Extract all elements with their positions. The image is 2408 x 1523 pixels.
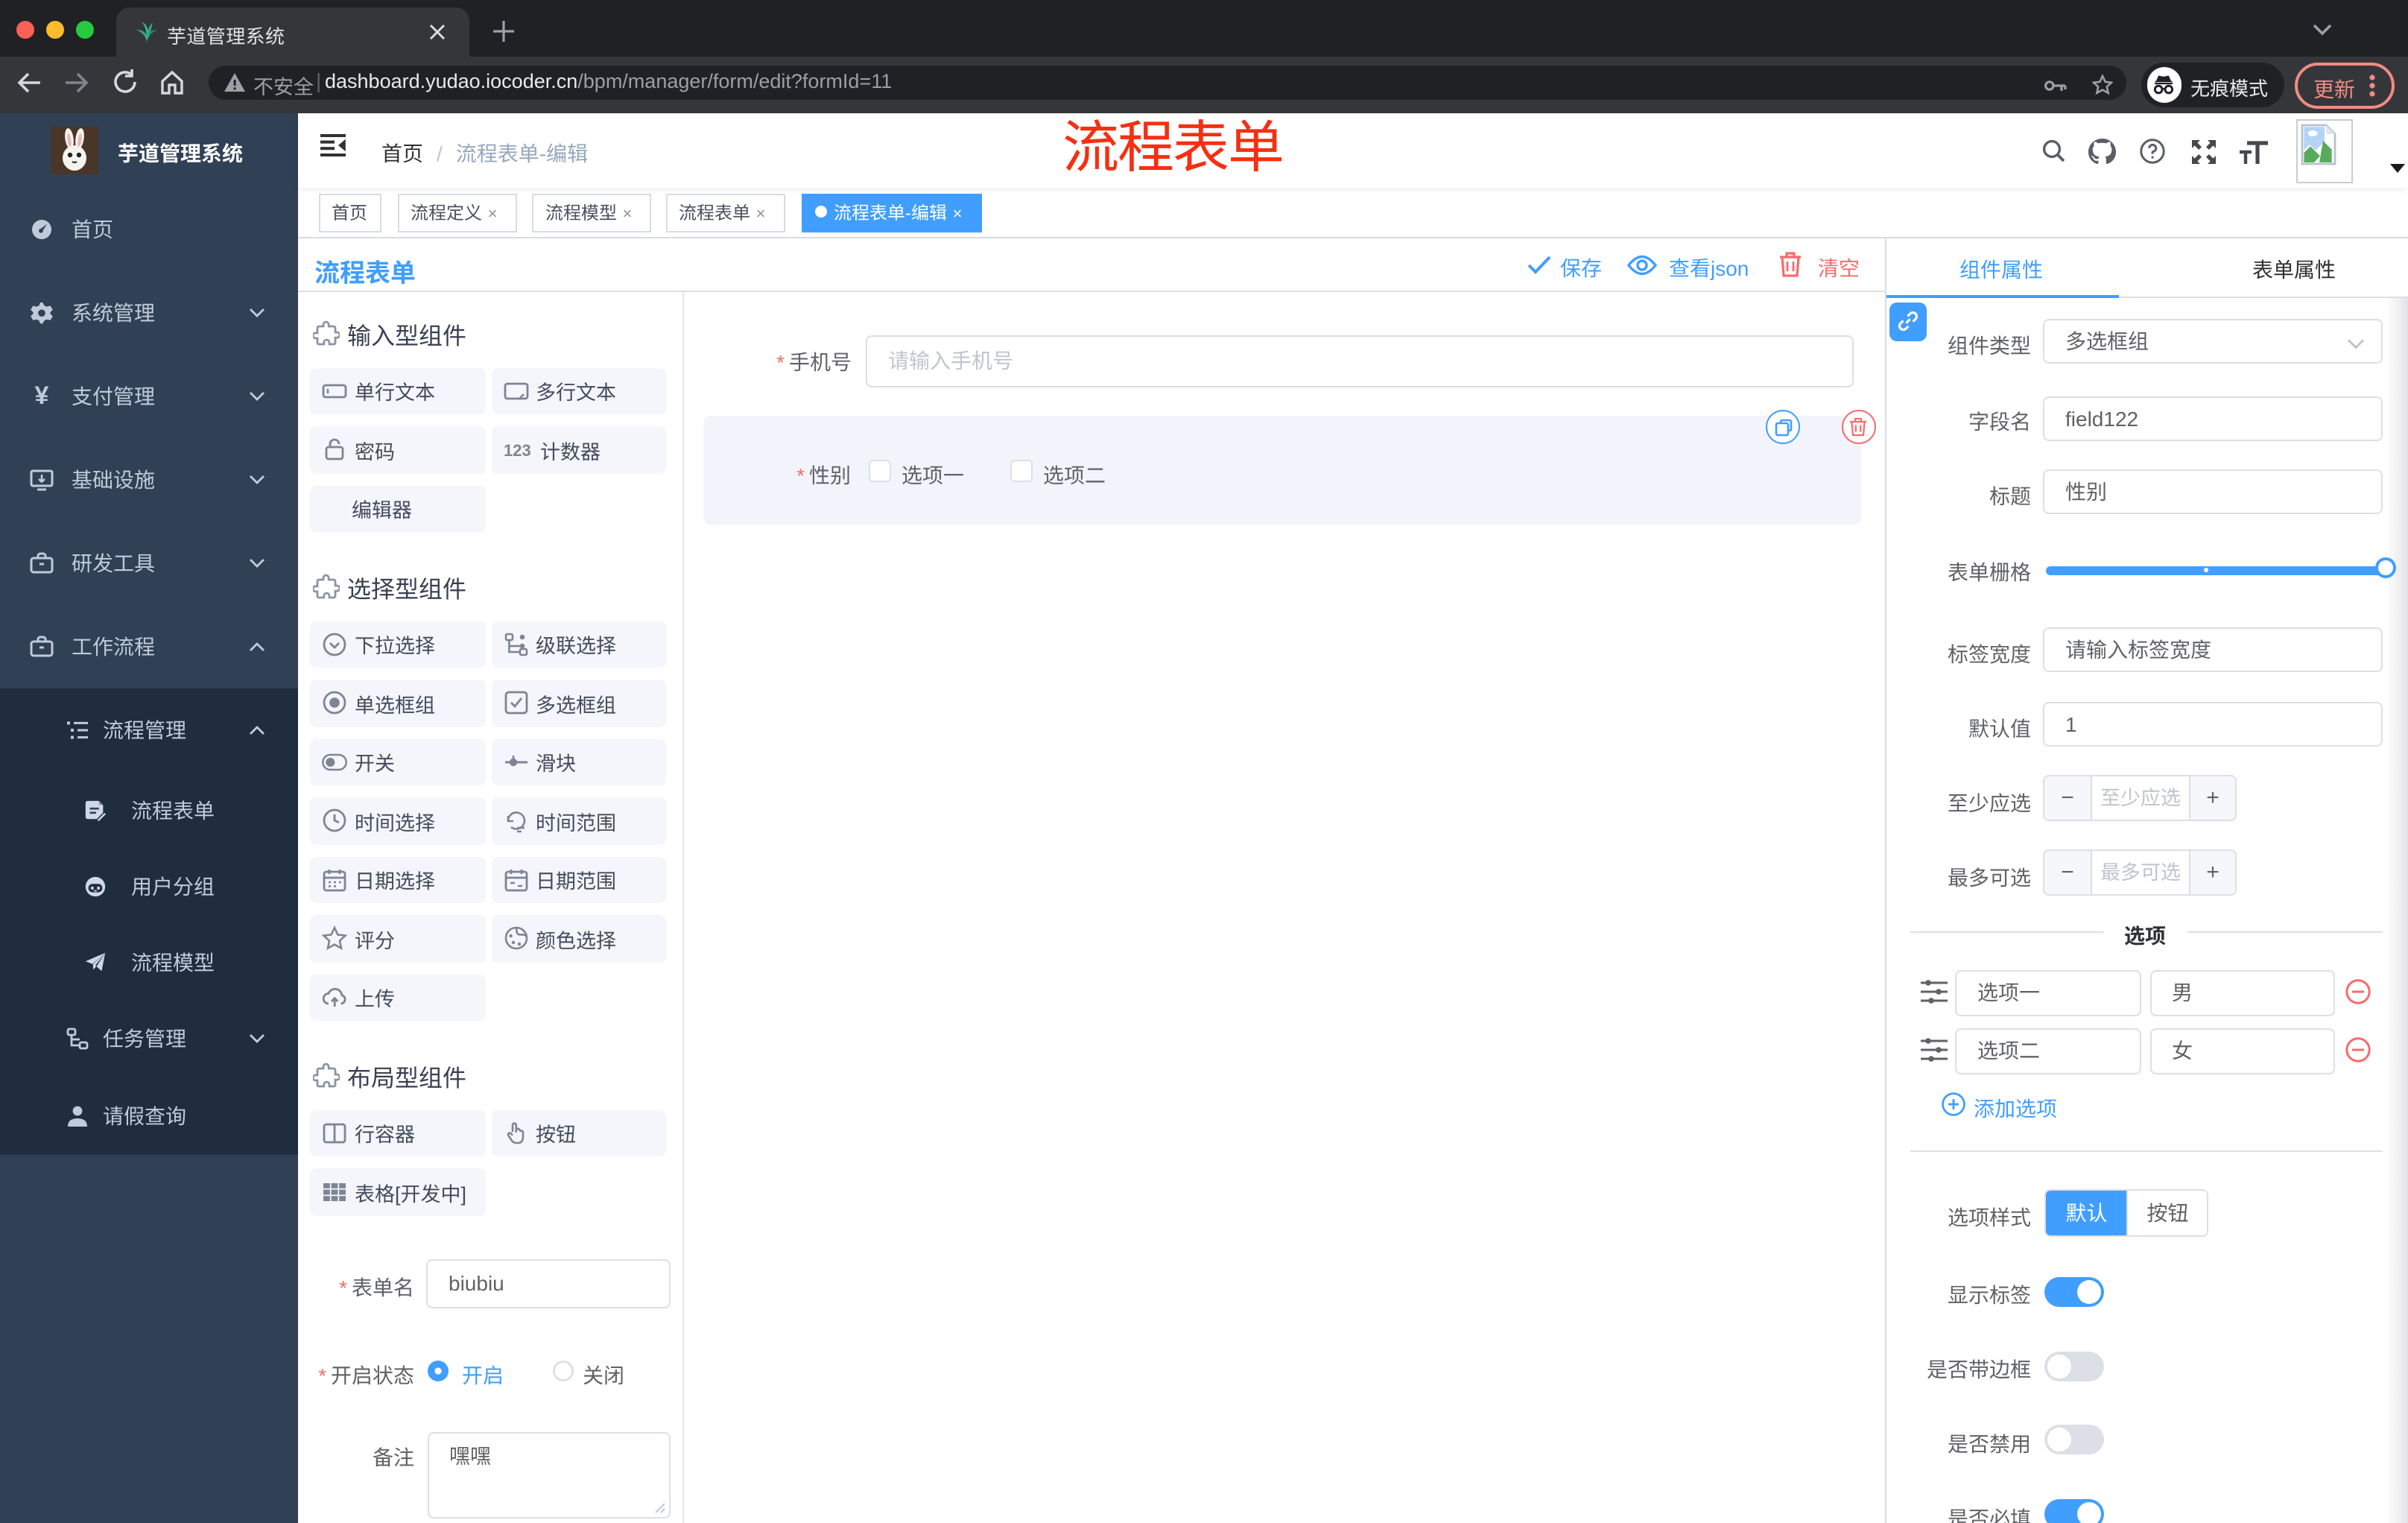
svg-text:123: 123 [503, 442, 530, 460]
